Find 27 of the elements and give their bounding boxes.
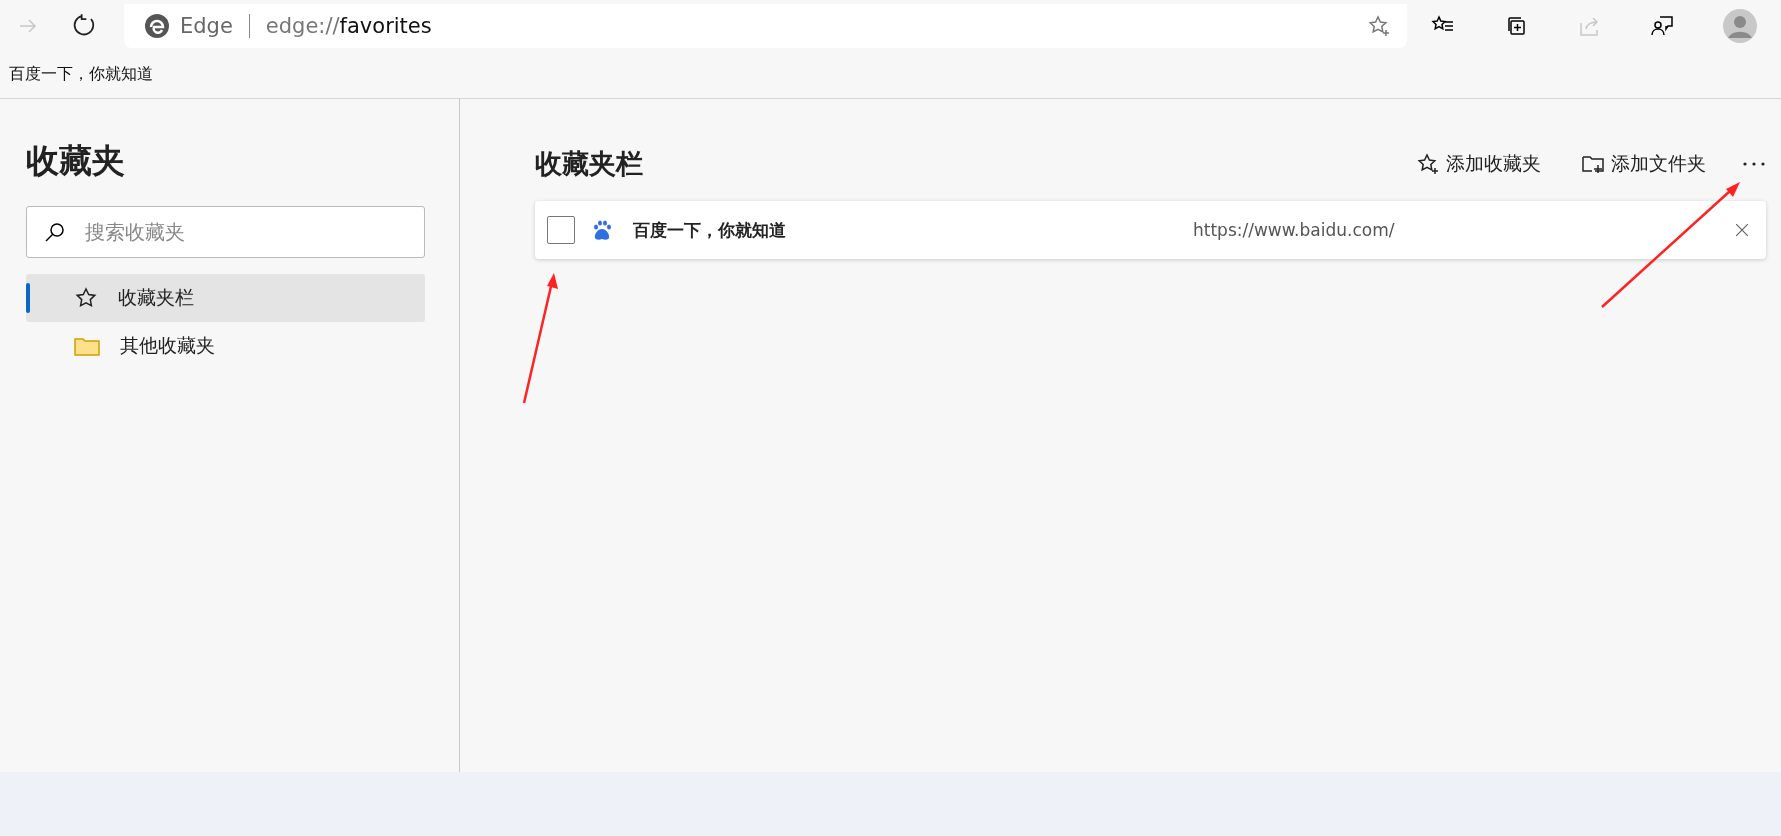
star-plus-icon — [1367, 13, 1391, 38]
feedback-icon — [1649, 13, 1674, 38]
favorite-url: https://www.baidu.com/ — [1193, 220, 1396, 240]
browser-name: Edge — [180, 13, 233, 38]
sidebar-item[interactable]: 其他收藏夹 — [26, 322, 425, 370]
url-path: favorites — [339, 13, 432, 38]
url-scheme: edge:// — [265, 13, 340, 38]
toolbar-action[interactable]: 添加收藏夹 — [1412, 147, 1545, 181]
sidebar-title: 收藏夹 — [26, 140, 126, 182]
profile-avatar[interactable] — [1722, 8, 1757, 43]
checkbox[interactable] — [547, 216, 575, 244]
paw-icon — [591, 219, 613, 241]
more-icon[interactable] — [1742, 161, 1766, 167]
search-input[interactable]: 搜索收藏夹 — [83, 219, 408, 245]
star-icon — [74, 286, 98, 310]
favorite-row[interactable]: 百度一下，你就知道 https://www.baidu.com/ — [535, 201, 1766, 259]
toolbar-action[interactable]: 添加文件夹 — [1577, 147, 1710, 181]
star-plus-icon — [1416, 152, 1440, 176]
address-bar[interactable]: Edge edge://favorites — [124, 3, 1407, 48]
bookmark-link[interactable]: 百度一下，你就知道 — [9, 64, 153, 85]
sidebar-item[interactable]: 收藏夹栏 — [26, 274, 425, 322]
browser-logo-icon — [144, 12, 170, 39]
search-field[interactable]: 搜索收藏夹 — [26, 206, 425, 258]
favorite-title: 百度一下，你就知道 — [633, 218, 787, 242]
folder-icon — [74, 336, 100, 356]
section-title: 收藏夹栏 — [535, 147, 643, 181]
search-icon — [43, 220, 67, 244]
